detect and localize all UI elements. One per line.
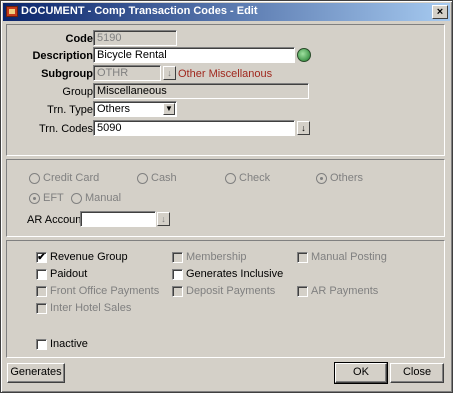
radio-label-manual: Manual (85, 192, 122, 204)
revenue-group-checkbox[interactable]: ✔ (36, 252, 47, 263)
radio-credit-card (29, 173, 40, 184)
paidout-checkbox[interactable] (36, 269, 47, 280)
group-label: Group (62, 86, 93, 98)
description-field[interactable]: Bicycle Rental (93, 47, 295, 63)
deposit-payments-label: Deposit Payments (186, 285, 276, 297)
title-bar: DOCUMENT - Comp Transaction Codes - Edit… (3, 3, 450, 21)
revenue-group-label: Revenue Group (50, 251, 128, 263)
front-office-payments-checkbox (36, 286, 47, 297)
radio-cash (137, 173, 148, 184)
radio-others (316, 173, 327, 184)
radio-label-others: Others (330, 172, 364, 184)
subgroup-lov-icon: ↓ (163, 66, 176, 80)
generates-button[interactable]: Generates (7, 363, 65, 383)
membership-checkbox (172, 252, 183, 263)
radio-eft (29, 193, 40, 204)
ar-account-label: AR Account (27, 214, 85, 226)
globe-icon[interactable] (297, 48, 311, 62)
trn-type-label: Trn. Type (47, 104, 93, 116)
membership-label: Membership (186, 251, 247, 263)
flags-panel: ✔ Revenue Group Membership Manual Postin… (6, 240, 445, 358)
ar-account-lov-icon[interactable]: ↓ (157, 212, 170, 226)
dialog-window: DOCUMENT - Comp Transaction Codes - Edit… (0, 0, 453, 393)
details-panel: Code 5190 Description Bicycle Rental Sub… (6, 24, 445, 156)
inactive-checkbox[interactable] (36, 339, 47, 350)
ar-payments-checkbox (297, 286, 308, 297)
ar-account-field[interactable] (80, 211, 156, 227)
close-button[interactable]: Close (390, 363, 444, 383)
trn-type-select[interactable]: Others ▼ (93, 101, 177, 117)
window-title: DOCUMENT - Comp Transaction Codes - Edit (21, 5, 258, 17)
radio-label-cash: Cash (151, 172, 177, 184)
manual-posting-label: Manual Posting (311, 251, 387, 263)
trn-codes-label: Trn. Codes (38, 123, 93, 135)
description-label: Description (32, 50, 93, 62)
generates-inclusive-checkbox[interactable] (172, 269, 183, 280)
subgroup-description: Other Miscellanous (178, 68, 273, 80)
inter-hotel-sales-checkbox (36, 303, 47, 314)
radio-label-check: Check (239, 172, 271, 184)
inter-hotel-sales-label: Inter Hotel Sales (50, 302, 132, 314)
radio-manual (71, 193, 82, 204)
ok-button[interactable]: OK (334, 362, 388, 384)
dropdown-arrow-icon[interactable]: ▼ (163, 103, 175, 115)
trn-codes-field[interactable]: 5090 (93, 120, 295, 136)
radio-label-credit-card: Credit Card (43, 172, 100, 184)
ar-payments-label: AR Payments (311, 285, 379, 297)
paidout-label: Paidout (50, 268, 88, 280)
deposit-payments-checkbox (172, 286, 183, 297)
manual-posting-checkbox (297, 252, 308, 263)
close-icon[interactable]: × (432, 5, 448, 19)
radio-label-eft: EFT (43, 192, 64, 204)
trn-type-value: Others (97, 103, 131, 115)
code-field: 5190 (93, 30, 177, 46)
trn-codes-lov-icon[interactable]: ↓ (297, 121, 310, 135)
inactive-label: Inactive (50, 338, 88, 350)
group-field: Miscellaneous (93, 83, 309, 99)
generates-inclusive-label: Generates Inclusive (186, 268, 284, 280)
payment-panel: Credit Card Cash Check Others EFT Manual… (6, 159, 445, 237)
subgroup-field: OTHR (93, 65, 161, 81)
radio-check (225, 173, 236, 184)
subgroup-label: Subgroup (41, 68, 93, 80)
code-label: Code (65, 33, 94, 45)
app-icon (6, 6, 18, 17)
front-office-payments-label: Front Office Payments (50, 285, 160, 297)
